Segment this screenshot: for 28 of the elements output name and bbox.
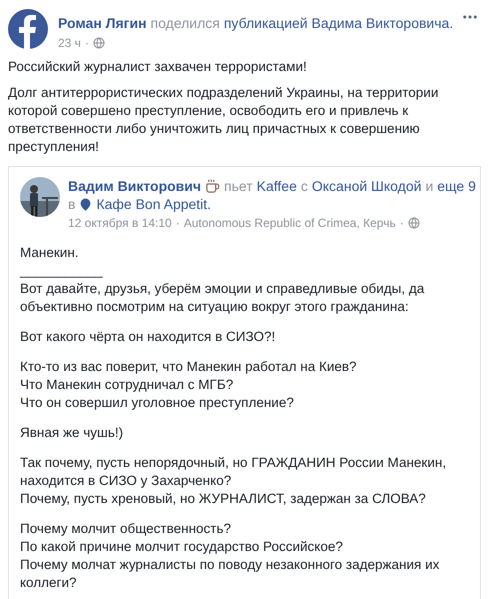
post-paragraph: Долг антитеррористических подразделений Украины, на территории которой совершено преступление, освободить его и привлечь к ответственности либо уничтожить лиц причастных к совершению преступления! <box>8 84 440 156</box>
activity-text: в <box>68 195 76 213</box>
globe-icon <box>408 217 420 229</box>
post-paragraph: Манекин. ___________ Вот давайте, друзья, уберём эмоции и справедливые обиды, да объективно посмотрим на ситуацию вокруг этого гражданина: <box>20 244 426 316</box>
post-paragraph: Вот какого чёрта он находится в СИЗО?! <box>20 328 276 346</box>
separator-dot: · <box>84 35 89 52</box>
post-paragraph: Почему молчит общественность? По какой причине молчит государство Российское? Почему молчат журналисты по поводу незаконного задержания их коллеги? <box>20 520 440 592</box>
author-link[interactable]: Вадим Викторович <box>68 177 202 195</box>
post-paragraph: Так почему, пусть непорядочный, но ГРАЖДАНИН России Манекин, находится в СИЗО у Захарченко? Почему, пусть хреновый, но ЖУРНАЛИСТ, задержан за СЛОВА? <box>20 454 448 508</box>
coffee-cup-icon <box>205 178 220 194</box>
post-link[interactable]: Kaffee <box>256 177 297 195</box>
post-paragraph: Российский журналист захвачен террористами! <box>8 58 308 76</box>
activity-text: и <box>425 177 434 195</box>
activity-text: с <box>300 177 308 195</box>
separator-dot: · <box>176 215 180 232</box>
separator-dot: · <box>400 215 404 232</box>
post-paragraph: Явная же чушь!) <box>20 424 124 442</box>
author-link[interactable]: Роман Лягин <box>58 14 147 32</box>
post-link[interactable]: Оксаной Шкодой <box>312 177 422 195</box>
activity-text: пьет <box>224 177 253 195</box>
activity-text: поделился <box>150 14 220 32</box>
post-link[interactable]: Кафе Bon Appetit. <box>96 195 212 213</box>
location-pin-icon <box>79 198 92 210</box>
post-link[interactable]: еще 9 <box>437 177 476 195</box>
globe-icon <box>92 37 105 49</box>
facebook-logo-icon[interactable] <box>8 9 48 49</box>
post-paragraph: Кто-то из вас поверит, что Манекин работал на Киев? Что Манекин сотрудничал с МГБ? Что он совершил уголовное преступление? <box>20 358 358 412</box>
post-link[interactable]: публикацией Вадима Викторовича. <box>224 14 454 32</box>
